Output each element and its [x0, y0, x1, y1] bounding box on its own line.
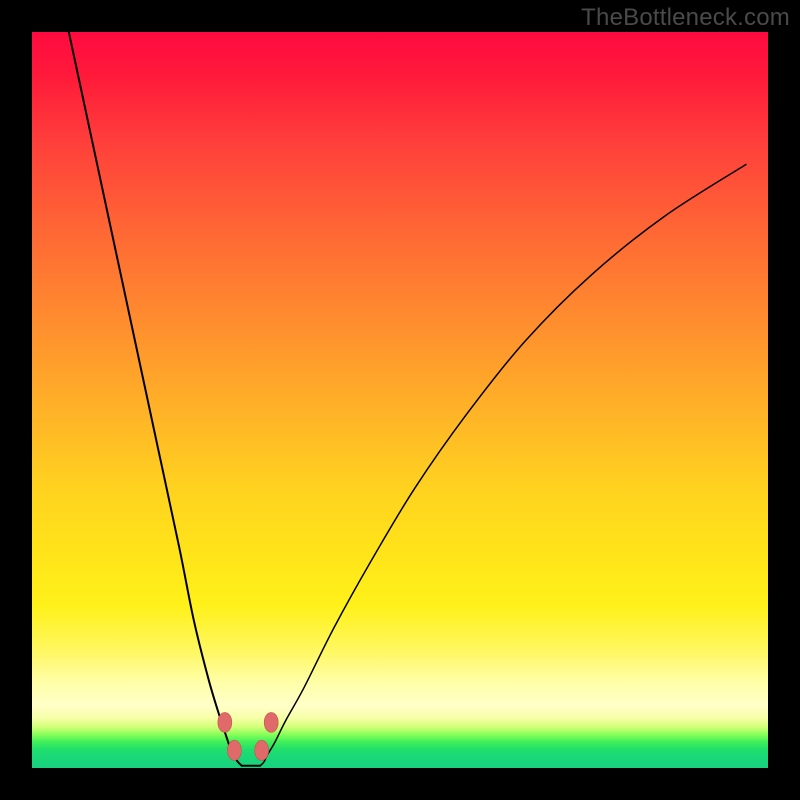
curve-marker-2: [227, 740, 241, 760]
curve-right-branch: [260, 164, 746, 765]
chart-frame: TheBottleneck.com: [0, 0, 800, 800]
watermark-text: TheBottleneck.com: [581, 4, 790, 32]
curve-left-branch: [69, 32, 242, 766]
chart-svg: [32, 32, 768, 768]
curve-marker-1: [264, 712, 278, 732]
plot-area: [32, 32, 768, 768]
curve-marker-3: [255, 740, 269, 760]
curve-marker-0: [218, 712, 232, 732]
